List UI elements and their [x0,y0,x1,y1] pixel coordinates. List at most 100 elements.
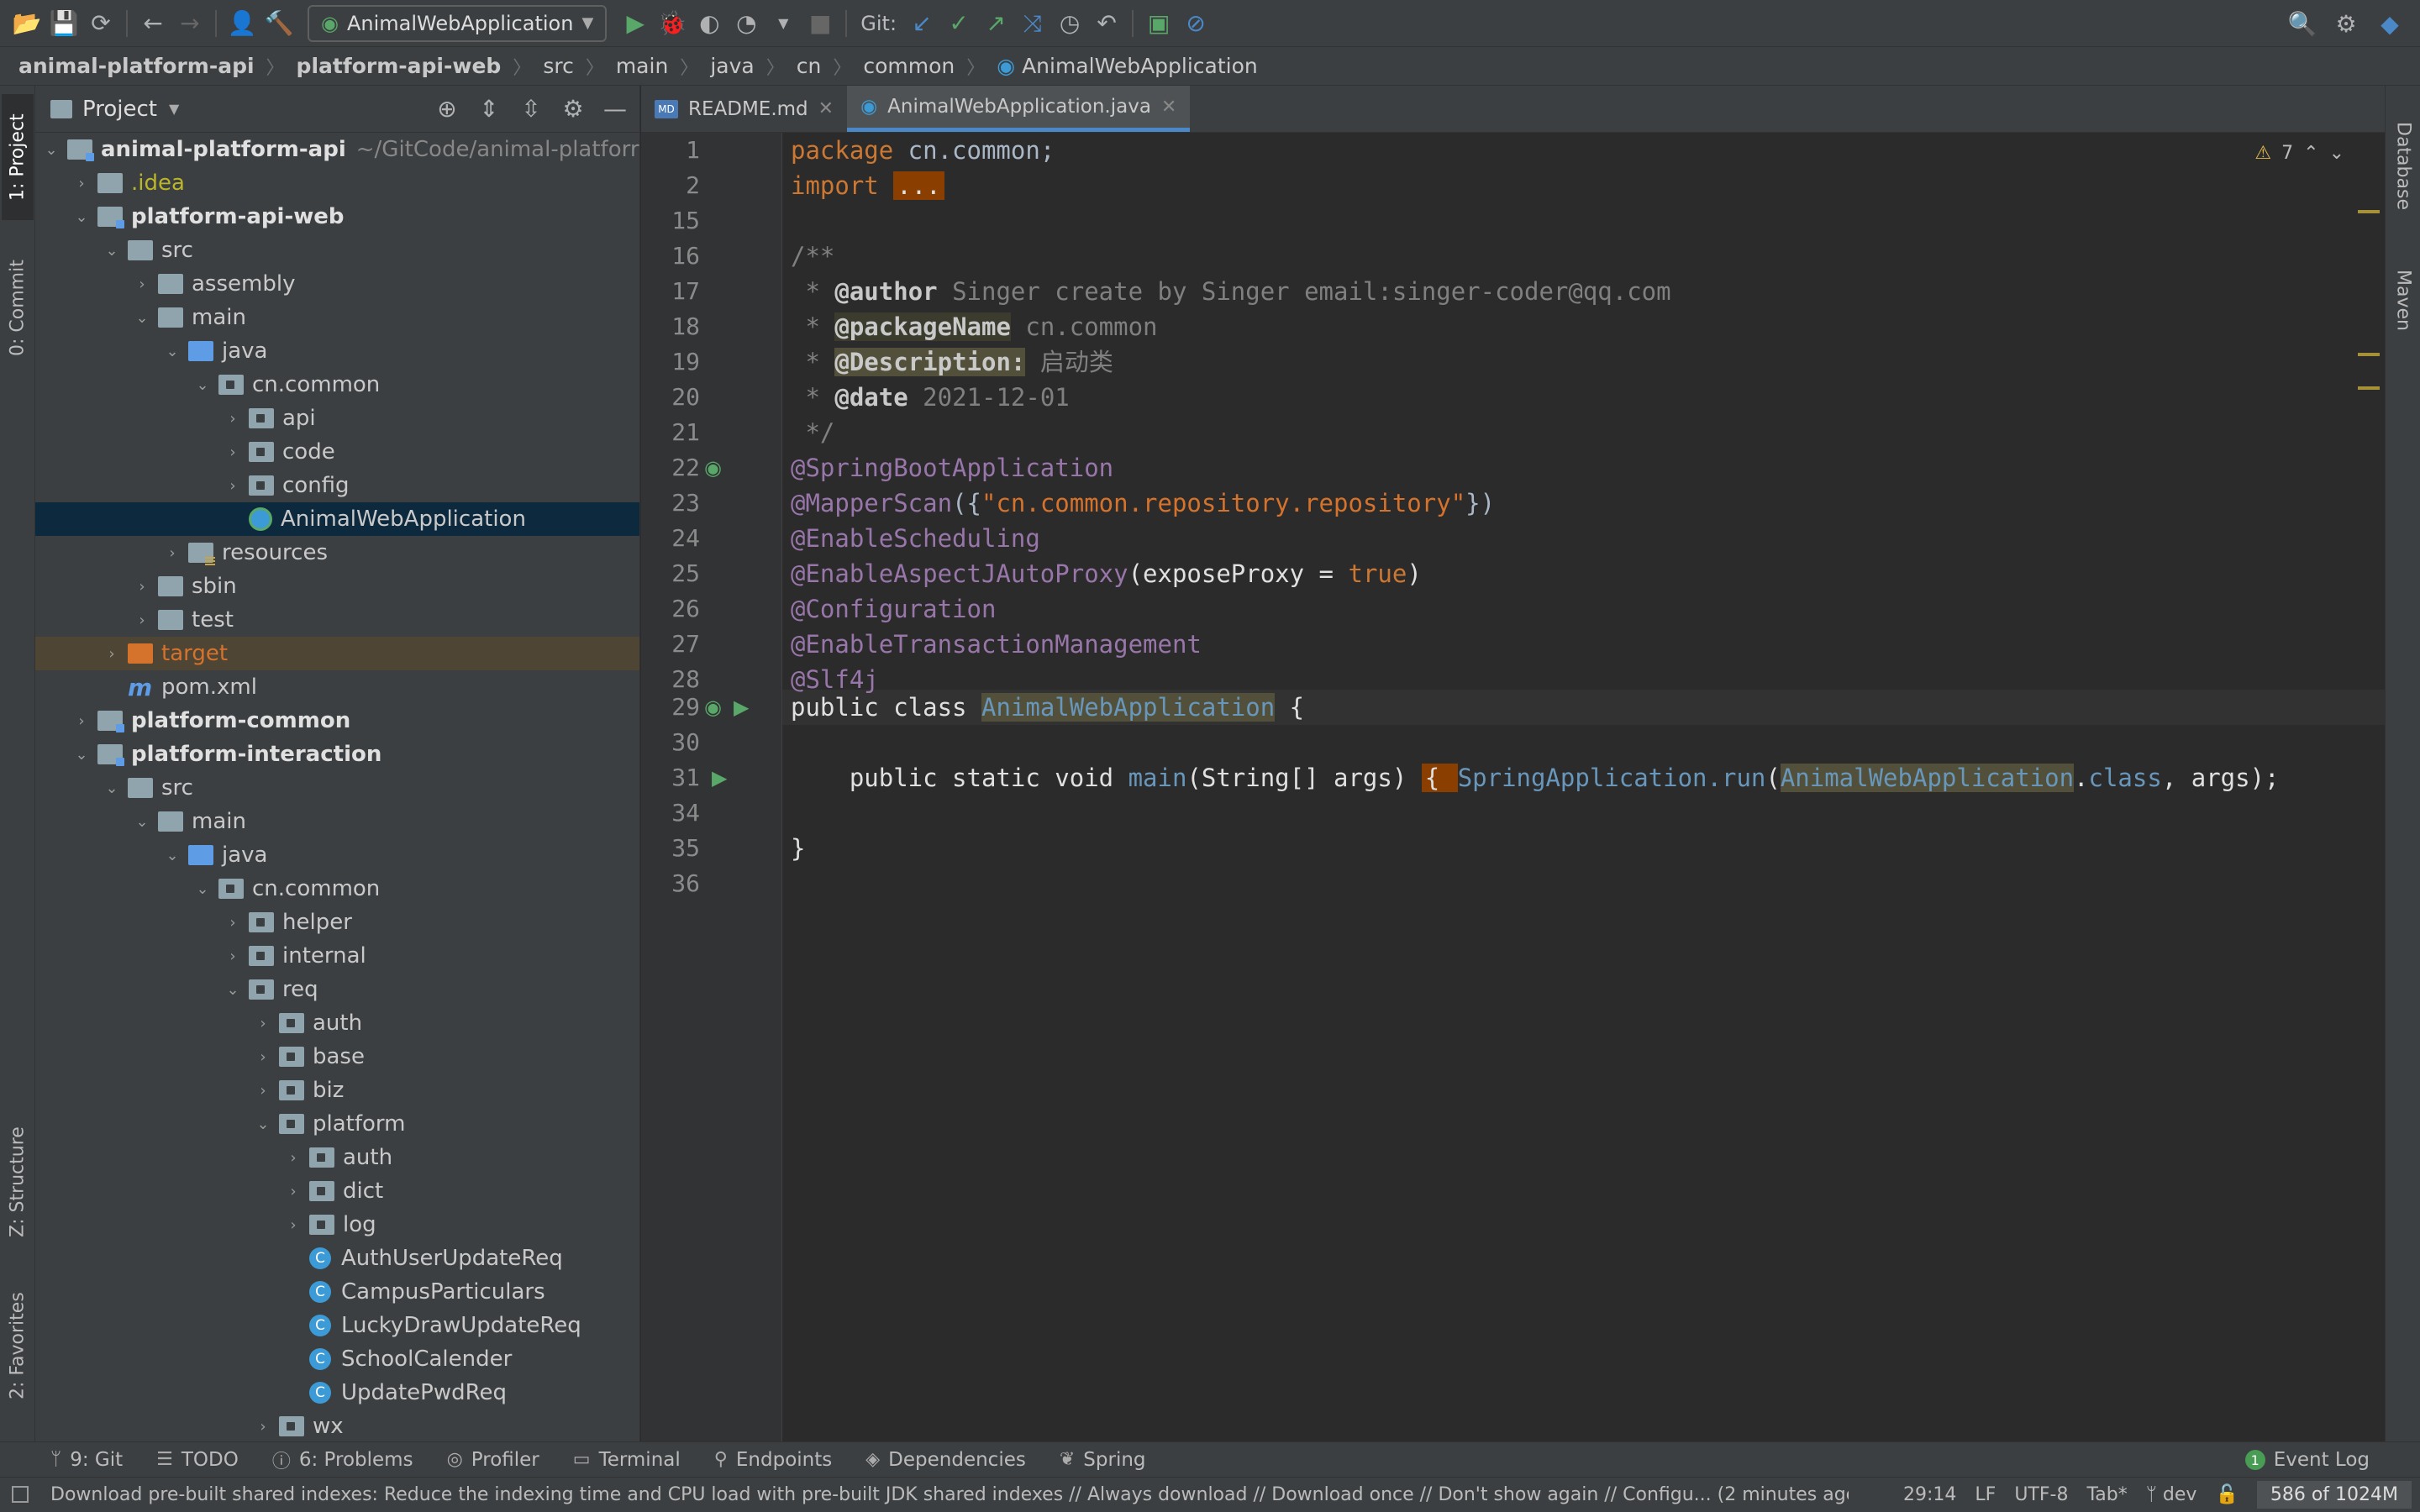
caret-position[interactable]: 29:14 [1903,1484,1956,1505]
line-number[interactable]: 22 [641,450,700,486]
tree-item[interactable]: ⌄ src [35,771,639,805]
minimize-icon[interactable]: — [599,92,631,124]
folded-imports[interactable]: ... [893,171,944,200]
breadcrumb-item[interactable]: animal-platform-api [18,54,255,78]
tree-item[interactable]: ⌄ platform-api-web [35,200,639,234]
save-icon[interactable]: 💾 [45,5,82,42]
breadcrumb-item[interactable]: java [710,54,754,78]
tree-item[interactable]: AnimalWebApplication [35,502,639,536]
chevron-down-icon[interactable]: ▼ [169,101,179,117]
chevron-right-icon[interactable]: › [72,712,91,730]
chevron-down-icon[interactable]: ⌄ [193,880,212,898]
code-editor[interactable]: ◉ ◉ ▶ ▶ 1 2 15 16 17 18 19 20 21 22 23 24 25 26 27 28 29… [641,133,2385,1441]
tree-item[interactable]: ⌄ java [35,838,639,872]
tab-animal-web-application[interactable]: ◉ AnimalWebApplication.java ✕ [847,86,1191,132]
breadcrumb-item[interactable]: main [616,54,668,78]
line-number[interactable]: 17 [641,274,700,309]
tree-item[interactable]: › api [35,402,639,435]
run-icon[interactable]: ▶ [617,5,654,42]
tree-item[interactable]: ⌄ java [35,334,639,368]
tree-item[interactable]: › config [35,469,639,502]
git-commit-icon[interactable]: ✓ [940,5,977,42]
collapse-all-icon[interactable]: ⇳ [515,92,547,124]
chevron-up-icon[interactable]: ⌃ [2303,143,2318,164]
tree-item[interactable]: ⌄ animal-platform-api ~/GitCode/animal-pla… [35,133,639,166]
sync-icon[interactable]: ⟳ [82,5,119,42]
tree-item[interactable]: › auth [35,1141,639,1174]
tab-commit[interactable]: 0: Commit [2,245,34,371]
line-number[interactable]: 16 [641,239,700,274]
chevron-right-icon[interactable]: › [72,175,91,192]
chevron-down-icon[interactable]: ⌄ [163,343,182,360]
chevron-right-icon[interactable]: › [224,444,242,461]
tree-item[interactable]: m pom.xml [35,670,639,704]
chevron-right-icon[interactable]: › [224,948,242,965]
tree-item[interactable]: › test [35,603,639,637]
coverage-icon[interactable]: ◐ [691,5,728,42]
git-update-icon[interactable]: ↙ [903,5,940,42]
chevron-right-icon[interactable]: › [284,1183,302,1200]
line-number[interactable]: 30 [641,725,700,760]
tool-endpoints[interactable]: ⚲ Endpoints [714,1449,832,1471]
tree-item[interactable]: C UpdatePwdReq [35,1376,639,1410]
line-number[interactable]: 31 [641,760,700,795]
chevron-down-icon[interactable]: ⌄ [193,376,212,394]
run-gutter-icon[interactable]: ▶ [712,760,727,795]
tree-item[interactable]: › target [35,637,639,670]
line-separator[interactable]: LF [1975,1484,1996,1505]
spring-bean-icon[interactable]: ◉ [704,450,722,486]
tree-item[interactable]: › sbin [35,570,639,603]
tree-item[interactable]: › resources [35,536,639,570]
tool-spring[interactable]: ❦ Spring [1060,1449,1146,1471]
chevron-down-icon[interactable]: ⌄ [72,208,91,226]
line-number[interactable]: 19 [641,344,700,380]
back-icon[interactable]: ← [134,5,171,42]
tree-item[interactable]: ⌄ cn.common [35,368,639,402]
line-number[interactable]: 35 [641,831,700,866]
event-log-button[interactable]: 1 Event Log [2244,1449,2370,1471]
tree-item[interactable]: ⌄ req [35,973,639,1006]
tab-structure[interactable]: Z: Structure [2,1110,34,1253]
chevron-right-icon[interactable]: › [254,1015,272,1032]
line-number[interactable]: 20 [641,380,700,415]
gear-icon[interactable]: ⚙ [2328,5,2365,42]
line-number[interactable]: 1 [641,133,700,168]
toolbox-icon[interactable]: ◆ [2371,5,2408,42]
tree-item[interactable]: C AuthUserUpdateReq [35,1242,639,1275]
tab-project[interactable]: 1: Project [2,94,34,220]
tree-item[interactable]: ⌄ platform-interaction [35,738,639,771]
inspection-widget[interactable]: ⚠ 7 ⌃ ⌄ [2254,143,2344,164]
project-view-title[interactable]: Project [82,97,157,122]
line-number[interactable]: 2 [641,168,700,203]
close-icon[interactable]: ✕ [818,98,834,119]
breadcrumb-item[interactable]: src [543,54,574,78]
git-branch-widget[interactable]: ᛘ dev [2146,1484,2197,1505]
line-number[interactable]: 23 [641,486,700,521]
stop-icon[interactable]: ■ [802,5,839,42]
close-icon[interactable]: ✕ [1161,97,1176,118]
chevron-right-icon[interactable]: › [284,1149,302,1167]
git-history-icon[interactable]: ◷ [1051,5,1088,42]
search-icon[interactable]: 🔍 [2284,5,2321,42]
chevron-right-icon[interactable]: › [224,914,242,932]
chevron-right-icon[interactable]: › [103,645,121,663]
chevron-right-icon[interactable]: › [224,477,242,495]
chevron-right-icon[interactable]: › [133,578,151,596]
file-encoding[interactable]: UTF-8 [2014,1484,2068,1505]
lock-icon[interactable]: 🔓 [2215,1484,2238,1505]
tool-todo[interactable]: ☰ TODO [156,1449,239,1471]
run-configuration-selector[interactable]: ◉ AnimalWebApplication ▼ [308,4,608,42]
line-number[interactable]: 24 [641,521,700,556]
indent-setting[interactable]: Tab* [2086,1484,2127,1505]
warning-stripe-marker[interactable] [2358,353,2380,356]
tree-item[interactable]: › assembly [35,267,639,301]
status-message[interactable]: Download pre-built shared indexes: Reduc… [50,1484,1849,1505]
tree-item[interactable]: › base [35,1040,639,1074]
chevron-down-icon[interactable]: ⌄ [103,242,121,260]
tool-git[interactable]: ᛘ 9: Git [50,1449,123,1471]
chevron-right-icon[interactable]: › [284,1216,302,1234]
chevron-down-icon[interactable]: ⌄ [163,847,182,864]
chevron-down-icon[interactable]: ⌄ [2329,143,2344,164]
breadcrumb-item[interactable]: common [863,54,955,78]
tree-item[interactable]: ⌄ main [35,805,639,838]
